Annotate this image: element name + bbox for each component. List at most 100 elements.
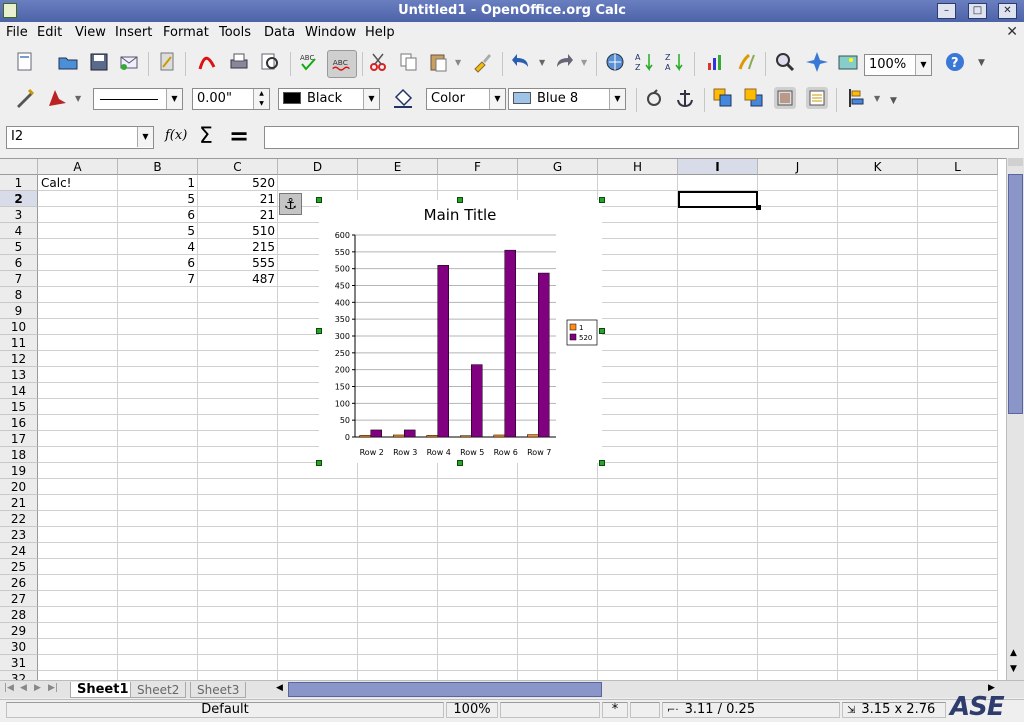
print-icon[interactable] [228, 51, 250, 73]
line-width-spin-icon[interactable]: ▲ ▼ [253, 89, 269, 109]
column-header[interactable]: B [118, 159, 198, 175]
row-header[interactable]: 23 [0, 527, 38, 543]
column-header[interactable]: J [758, 159, 838, 175]
alignment-icon[interactable] [846, 87, 868, 109]
row-header[interactable]: 8 [0, 287, 38, 303]
sort-ascending-icon[interactable]: AZ [634, 51, 656, 73]
save-icon[interactable] [88, 51, 110, 73]
menu-view[interactable]: View [75, 25, 106, 40]
insert-chart-icon[interactable] [704, 51, 726, 73]
close-button[interactable]: ✕ [998, 3, 1017, 19]
show-draw-functions-icon[interactable] [735, 51, 757, 73]
function-icon[interactable]: = [229, 122, 249, 150]
format-paintbrush-icon[interactable] [472, 51, 494, 73]
close-document-icon[interactable]: ✕ [1006, 24, 1018, 40]
menu-tools[interactable]: Tools [219, 25, 251, 40]
row-header[interactable]: 1 [0, 175, 38, 191]
undo-dropdown-icon[interactable]: ▼ [539, 58, 545, 67]
insert-mode-status[interactable] [500, 702, 600, 718]
row-header[interactable]: 12 [0, 351, 38, 367]
column-header[interactable]: F [438, 159, 518, 175]
edit-file-icon[interactable] [156, 51, 178, 73]
last-sheet-icon[interactable]: ▶| [48, 683, 58, 693]
vertical-scroll-thumb[interactable] [1008, 174, 1023, 414]
resize-handle[interactable] [599, 328, 605, 334]
sheet-tab-1[interactable]: Sheet1 [70, 682, 136, 698]
cell-b2[interactable]: 5 [118, 191, 198, 207]
column-header[interactable]: K [838, 159, 918, 175]
resize-handle[interactable] [599, 460, 605, 466]
selected-cell-i2[interactable] [678, 191, 758, 208]
row-header[interactable]: 18 [0, 447, 38, 463]
column-header[interactable]: D [278, 159, 358, 175]
fill-handle[interactable] [756, 205, 761, 210]
row-header[interactable]: 6 [0, 255, 38, 271]
export-pdf-icon[interactable] [196, 51, 218, 73]
page-style[interactable]: Default [6, 702, 444, 718]
formula-input[interactable] [264, 126, 1019, 149]
row-header[interactable]: 10 [0, 319, 38, 335]
cell-b3[interactable]: 6 [118, 207, 198, 223]
vertical-scrollbar[interactable]: ▲ ▼ [1006, 158, 1024, 680]
horizontal-scroll-thumb[interactable] [288, 682, 602, 697]
hyperlink-icon[interactable] [604, 51, 626, 73]
line-style-dropdown-icon[interactable]: ▼ [166, 89, 182, 109]
undo-icon[interactable] [510, 51, 532, 73]
to-foreground-icon[interactable] [806, 87, 828, 109]
select-all-corner[interactable] [0, 159, 38, 175]
resize-handle[interactable] [457, 197, 463, 203]
menu-data[interactable]: Data [264, 25, 295, 40]
row-header[interactable]: 24 [0, 543, 38, 559]
column-header[interactable]: C [198, 159, 278, 175]
zoom-combo[interactable]: 100% ▼ [864, 54, 932, 76]
cell-a1[interactable]: Calc! [38, 175, 118, 191]
cell-b4[interactable]: 5 [118, 223, 198, 239]
row-header[interactable]: 7 [0, 271, 38, 287]
sheet-tab-3[interactable]: Sheet3 [190, 682, 247, 698]
paste-icon[interactable] [428, 51, 450, 73]
menu-edit[interactable]: Edit [37, 25, 62, 40]
row-header[interactable]: 14 [0, 383, 38, 399]
row-header[interactable]: 29 [0, 623, 38, 639]
chart-object[interactable]: Main Title 0 50 100 150 200 250 300 350 400 450 500… [316, 197, 605, 466]
cell-c5[interactable]: 215 [198, 239, 278, 255]
spellcheck-icon[interactable]: ABC [298, 51, 320, 73]
maximize-button[interactable]: □ [968, 3, 987, 19]
rotate-icon[interactable] [643, 87, 665, 109]
sum-icon[interactable]: Σ [199, 124, 213, 149]
vertical-split-handle[interactable] [1008, 158, 1023, 166]
drawing-toolbar-overflow-icon[interactable]: ▼ [890, 96, 897, 106]
zoom-dropdown-icon[interactable]: ▼ [915, 55, 931, 75]
find-replace-icon[interactable] [774, 51, 796, 73]
column-header[interactable]: G [518, 159, 598, 175]
row-header[interactable]: 19 [0, 463, 38, 479]
cell-b1[interactable]: 1 [118, 175, 198, 191]
name-box[interactable]: I2 ▼ [6, 126, 154, 149]
menu-file[interactable]: File [6, 25, 28, 40]
row-header[interactable]: 17 [0, 431, 38, 447]
column-header[interactable]: A [38, 159, 118, 175]
line-color-dropdown-icon[interactable]: ▼ [363, 89, 379, 109]
next-sheet-icon[interactable]: ▶ [34, 683, 41, 693]
cell-b7[interactable]: 7 [118, 271, 198, 287]
row-header[interactable]: 27 [0, 591, 38, 607]
line-color-combo[interactable]: Black ▼ [278, 88, 380, 110]
row-header[interactable]: 11 [0, 335, 38, 351]
autospellcheck-icon[interactable]: ABC [327, 50, 357, 78]
help-icon[interactable]: ? [944, 51, 966, 73]
area-style-combo[interactable]: Color ▼ [426, 88, 506, 110]
to-background-icon[interactable] [774, 87, 796, 109]
line-style-combo[interactable]: ▼ [93, 88, 183, 110]
row-header[interactable]: 21 [0, 495, 38, 511]
cell-c1[interactable]: 520 [198, 175, 278, 191]
new-document-icon[interactable] [14, 51, 36, 73]
gallery-icon[interactable] [837, 51, 859, 73]
row-header[interactable]: 22 [0, 511, 38, 527]
menu-help[interactable]: Help [365, 25, 395, 40]
redo-icon[interactable] [553, 51, 575, 73]
chart-anchor-icon[interactable]: ⚓ [279, 193, 302, 215]
menu-insert[interactable]: Insert [115, 25, 152, 40]
column-header[interactable]: E [358, 159, 438, 175]
row-header[interactable]: 32 [0, 671, 38, 680]
area-style-dropdown-icon[interactable]: ▼ [489, 89, 505, 109]
